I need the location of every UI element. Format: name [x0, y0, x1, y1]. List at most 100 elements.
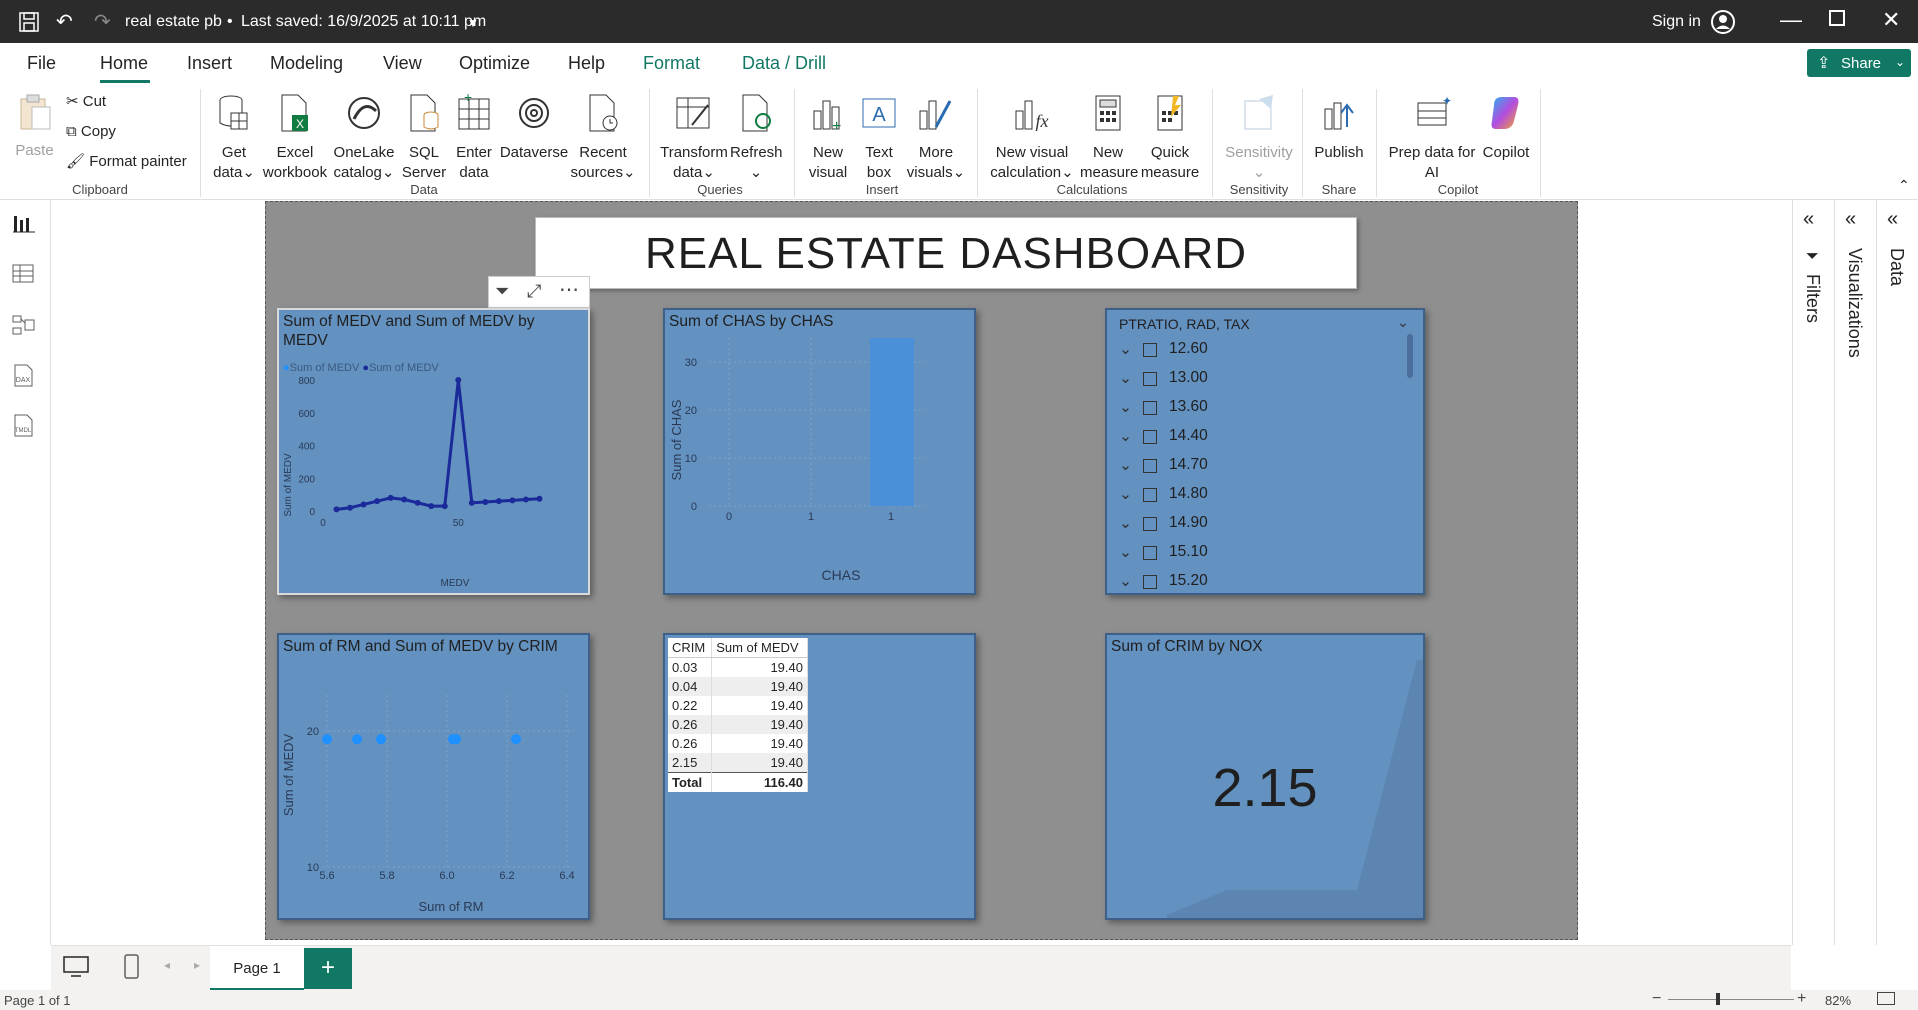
- undo-icon[interactable]: ↶: [56, 9, 73, 34]
- save-icon[interactable]: [18, 11, 40, 33]
- filters-pane[interactable]: « ⏷ Filters: [1792, 200, 1835, 945]
- new-visual-button[interactable]: + New visual: [802, 93, 854, 183]
- zoom-in-icon[interactable]: +: [1797, 990, 1806, 1008]
- minimize-icon[interactable]: —: [1780, 7, 1802, 33]
- copilot-button[interactable]: Copilot: [1478, 93, 1534, 163]
- fit-to-page-icon[interactable]: [1877, 992, 1895, 1005]
- table-row[interactable]: 0.03 19.40: [668, 657, 808, 677]
- column-header[interactable]: Sum of MEDV: [711, 638, 808, 658]
- get-data-button[interactable]: Get data⌄: [208, 93, 260, 183]
- enter-data-button[interactable]: + Enter data: [450, 89, 498, 183]
- account-icon[interactable]: [1710, 9, 1736, 35]
- scroll-left-icon[interactable]: ◂: [164, 958, 170, 972]
- visualizations-pane-label[interactable]: Visualizations: [1844, 248, 1865, 358]
- slicer-checkbox[interactable]: [1143, 546, 1157, 560]
- expand-pane-icon[interactable]: «: [1887, 208, 1898, 231]
- close-icon[interactable]: ✕: [1882, 7, 1900, 33]
- slicer-checkbox[interactable]: [1143, 401, 1157, 415]
- slicer-checkbox[interactable]: [1143, 343, 1157, 357]
- maximize-icon[interactable]: [1829, 10, 1845, 26]
- expand-pane-icon[interactable]: «: [1845, 208, 1856, 231]
- format-painter-button[interactable]: 🖌 Format painter: [66, 152, 187, 172]
- slicer-checkbox[interactable]: [1143, 459, 1157, 473]
- visual-crim-nox-card[interactable]: Sum of CRIM by NOX 2.15: [1105, 633, 1425, 920]
- menu-help[interactable]: Help: [568, 53, 605, 74]
- visual-crim-scatter-chart[interactable]: Sum of RM and Sum of MEDV by CRIM Sum of…: [277, 633, 590, 920]
- quick-measure-button[interactable]: Quick measure: [1140, 93, 1200, 183]
- visual-medv-line-chart[interactable]: Sum of MEDV and Sum of MEDV by MEDV ●Sum…: [277, 308, 590, 595]
- copy-button[interactable]: ⧉ Copy: [66, 122, 116, 142]
- data-pane-label[interactable]: Data: [1886, 248, 1907, 286]
- chevron-down-icon[interactable]: ⌄: [1119, 398, 1132, 417]
- zoom-slider[interactable]: [1668, 999, 1794, 1000]
- menu-view[interactable]: View: [383, 53, 422, 74]
- tmdl-view-icon[interactable]: TMDL: [12, 414, 36, 438]
- chevron-down-icon[interactable]: ⌄: [1119, 427, 1132, 446]
- filters-pane-label[interactable]: Filters: [1802, 274, 1823, 323]
- mobile-layout-icon[interactable]: [124, 954, 140, 980]
- cut-button[interactable]: ✂ Cut: [66, 92, 106, 112]
- onelake-catalog-button[interactable]: OneLake catalog⌄: [332, 93, 396, 183]
- new-visual-calculation-button[interactable]: fx New visual calculation⌄: [984, 93, 1080, 183]
- add-page-button[interactable]: +: [304, 948, 352, 989]
- more-options-icon[interactable]: ⋯: [559, 277, 579, 302]
- slicer-checkbox[interactable]: [1143, 430, 1157, 444]
- text-box-button[interactable]: A Text box: [855, 93, 903, 183]
- refresh-button[interactable]: Refresh ⌄: [730, 93, 783, 183]
- table-row[interactable]: 0.26 19.40: [668, 715, 808, 734]
- desktop-layout-icon[interactable]: [63, 956, 89, 978]
- scroll-right-icon[interactable]: ▸: [194, 958, 200, 972]
- tab-page-1[interactable]: Page 1: [210, 946, 304, 991]
- chevron-down-icon[interactable]: ⌄: [1119, 572, 1132, 591]
- report-view-icon[interactable]: [13, 214, 35, 234]
- more-visuals-button[interactable]: More visuals⌄: [906, 93, 966, 183]
- new-measure-button[interactable]: New measure: [1080, 93, 1138, 183]
- table-row[interactable]: 2.15 19.40: [668, 753, 808, 773]
- visual-crim-table[interactable]: CRIM Sum of MEDV 0.03 19.40 0.04 19.40 0.22 1…: [663, 633, 976, 920]
- publish-button[interactable]: Publish: [1310, 93, 1368, 163]
- visual-ptratio-slicer[interactable]: PTRATIO, RAD, TAX ⌄ ⌄ 12.60 ⌄ 13.00 ⌄ 13.60 ⌄ 1…: [1105, 308, 1425, 595]
- collapse-ribbon-icon[interactable]: ⌃: [1898, 177, 1910, 194]
- report-page[interactable]: REAL ESTATE DASHBOARD ⏷ ⤢ ⋯ Sum of MEDV …: [265, 201, 1578, 940]
- visual-chas-bar-chart[interactable]: Sum of CHAS by CHAS Sum of CHAS CHAS 30 2…: [663, 308, 976, 595]
- table-row[interactable]: 0.26 19.40: [668, 734, 808, 753]
- recent-sources-button[interactable]: Recent sources⌄: [570, 93, 636, 183]
- transform-data-button[interactable]: Transform data⌄: [656, 93, 732, 183]
- menu-modeling[interactable]: Modeling: [270, 53, 343, 74]
- dashboard-title-box[interactable]: REAL ESTATE DASHBOARD: [535, 217, 1357, 289]
- sign-in-link[interactable]: Sign in: [1652, 13, 1701, 31]
- chevron-down-icon[interactable]: ⌄: [1119, 543, 1132, 562]
- focus-mode-icon[interactable]: ⤢: [527, 281, 541, 302]
- chevron-down-icon[interactable]: ⌄: [1397, 314, 1409, 331]
- filter-icon[interactable]: ⏷: [495, 281, 509, 302]
- menu-file[interactable]: File: [27, 53, 56, 74]
- chevron-down-icon[interactable]: ⌄: [1119, 456, 1132, 475]
- table-row[interactable]: 0.22 19.40: [668, 696, 808, 715]
- paste-button[interactable]: Paste: [12, 93, 57, 161]
- zoom-out-icon[interactable]: −: [1652, 990, 1661, 1008]
- chevron-down-icon[interactable]: ⌄: [1119, 340, 1132, 359]
- sql-server-button[interactable]: SQL Server: [400, 93, 448, 183]
- excel-workbook-button[interactable]: X Excel workbook: [262, 93, 328, 183]
- menu-optimize[interactable]: Optimize: [459, 53, 530, 74]
- model-view-icon[interactable]: [12, 314, 36, 336]
- slicer-scrollbar[interactable]: [1407, 334, 1413, 378]
- slicer-checkbox[interactable]: [1143, 575, 1157, 589]
- slicer-checkbox[interactable]: [1143, 517, 1157, 531]
- zoom-slider-thumb[interactable]: [1716, 993, 1720, 1005]
- chevron-down-icon[interactable]: ⌄: [1119, 514, 1132, 533]
- chevron-down-icon[interactable]: ⌄: [1119, 485, 1132, 504]
- table-view-icon[interactable]: [12, 264, 36, 284]
- data-pane[interactable]: « Data: [1876, 200, 1918, 945]
- table-row[interactable]: 0.04 19.40: [668, 677, 808, 696]
- dataverse-button[interactable]: Dataverse: [498, 93, 570, 163]
- slicer-checkbox[interactable]: [1143, 372, 1157, 386]
- menu-format[interactable]: Format: [643, 53, 700, 74]
- chevron-down-icon[interactable]: ▼: [467, 16, 479, 30]
- menu-data-drill[interactable]: Data / Drill: [742, 53, 826, 74]
- prep-data-for-ai-button[interactable]: ✦ Prep data for AI: [1384, 93, 1480, 183]
- column-header[interactable]: CRIM: [668, 638, 713, 658]
- dax-query-view-icon[interactable]: DAX: [12, 364, 36, 388]
- menu-home[interactable]: Home: [100, 53, 148, 74]
- share-button[interactable]: ⇪ Share ⌄: [1807, 49, 1911, 77]
